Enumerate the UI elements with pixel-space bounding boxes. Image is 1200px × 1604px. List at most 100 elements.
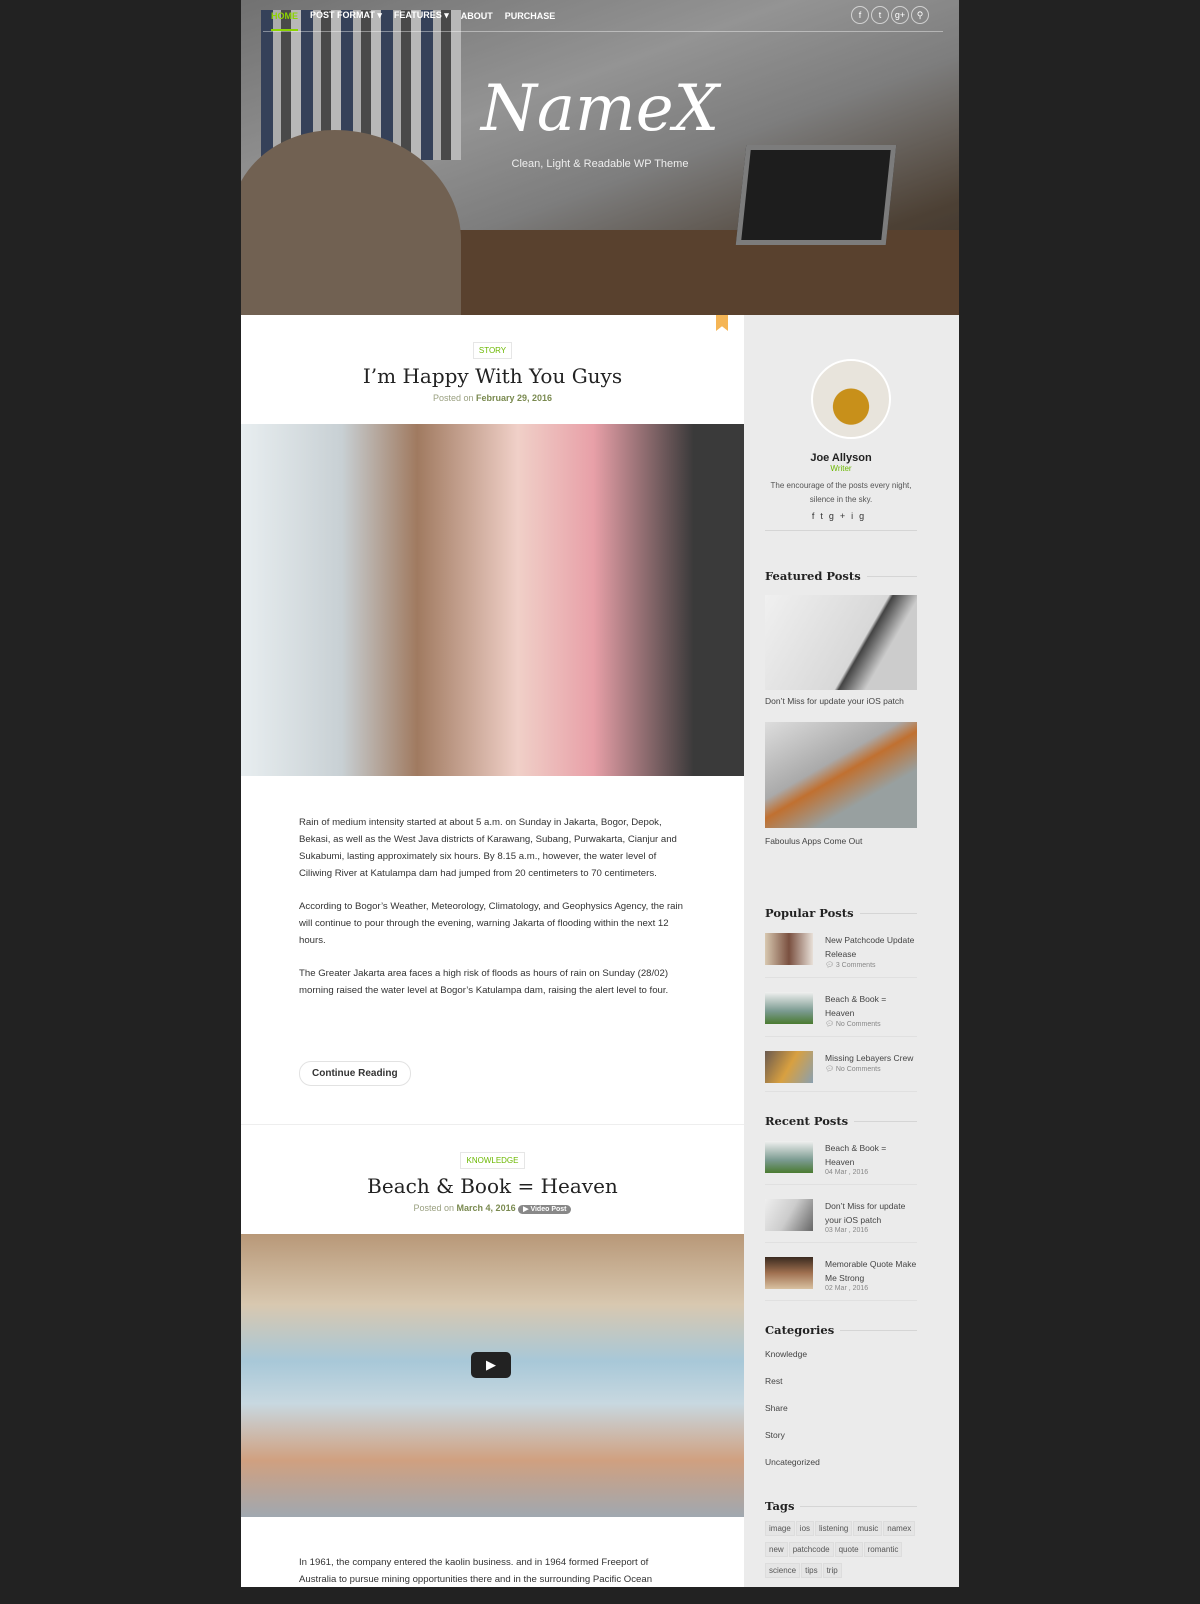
post-thumb <box>765 1257 813 1289</box>
tag[interactable]: music <box>853 1521 883 1536</box>
tag[interactable]: romantic <box>863 1542 903 1557</box>
post-image-couple[interactable] <box>241 424 744 776</box>
widget-title: Recent Posts <box>765 1114 917 1128</box>
post-link[interactable]: Missing Lebayers Crew <box>825 1051 913 1065</box>
post-date[interactable]: February 29, 2016 <box>476 393 552 403</box>
list-item[interactable]: Memorable Quote Make Me Strong 02 Mar , 2… <box>765 1257 917 1301</box>
tag[interactable]: trip <box>822 1563 842 1578</box>
nav-post-format[interactable]: POST FORMAT ▾ <box>310 10 382 21</box>
site-logo[interactable]: NameX <box>241 72 959 146</box>
post-thumb <box>765 1199 813 1231</box>
widget-title: Tags <box>765 1499 917 1513</box>
author-bio: The encourage of the posts every night, … <box>770 481 912 504</box>
comments-count: 💬︎ 3 Comments <box>825 962 876 969</box>
comments-label: 3 Comments <box>835 962 876 969</box>
featured-image[interactable] <box>765 722 917 828</box>
post-link[interactable]: Memorable Quote Make Me Strong <box>825 1257 917 1285</box>
list-item[interactable]: Beach & Book = Heaven 💬︎ No Comments <box>765 992 917 1037</box>
post-thumb <box>765 1141 813 1173</box>
tag[interactable]: tips <box>801 1563 822 1578</box>
play-icon[interactable]: ▶ <box>471 1352 511 1378</box>
posted-on-label: Posted on <box>432 393 474 403</box>
category-badge[interactable]: KNOWLEDGE <box>460 1152 525 1169</box>
post-date: 04 Mar , 2016 <box>825 1169 869 1176</box>
post-title[interactable]: I’m Happy With You Guys <box>241 364 744 388</box>
paragraph: Rain of medium intensity started at abou… <box>299 817 677 879</box>
categories-widget: Categories Knowledge Rest Share Story Un… <box>765 1323 917 1476</box>
author-role: Writer <box>830 464 852 473</box>
continue-reading-button[interactable]: Continue Reading <box>299 1061 411 1086</box>
tag[interactable]: new <box>765 1542 788 1557</box>
tag[interactable]: listening <box>815 1521 853 1536</box>
author-social: ftg+ig <box>765 511 917 521</box>
twitter-icon[interactable]: t <box>871 6 889 24</box>
post-header: STORY I’m Happy With You Guys Posted on … <box>241 342 744 403</box>
comments-label: No Comments <box>835 1021 881 1028</box>
video-post-badge[interactable]: ▶ Video Post <box>518 1205 572 1214</box>
post-meta: Posted on March 4, 2016 ▶ Video Post <box>241 1203 744 1214</box>
featured-title[interactable]: Don’t Miss for update your iOS patch <box>765 694 917 708</box>
post-excerpt: In 1961, the company entered the kaolin … <box>299 1554 684 1604</box>
header-hero: HOME POST FORMAT ▾ FEATURES ▾ ABOUT PURC… <box>241 0 959 315</box>
paragraph: The Greater Jakarta area faces a high ri… <box>299 968 669 996</box>
nav-purchase[interactable]: PURCHASE <box>505 11 556 21</box>
post-title[interactable]: Beach & Book = Heaven <box>241 1174 744 1198</box>
site-tagline: Clean, Light & Readable WP Theme <box>511 158 689 170</box>
comments-count: 💬︎ No Comments <box>825 1021 881 1028</box>
instagram-icon[interactable]: ig <box>851 511 870 521</box>
tag[interactable]: patchcode <box>788 1542 834 1557</box>
list-item[interactable]: Missing Lebayers Crew 💬︎ No Comments <box>765 1051 917 1092</box>
author-widget: Joe Allyson Writer The encourage of the … <box>765 452 917 531</box>
tag[interactable]: science <box>765 1563 801 1578</box>
posted-on-label: Posted on <box>413 1203 455 1213</box>
nav-home[interactable]: HOME <box>271 1 298 31</box>
category-link[interactable]: Share <box>765 1395 917 1422</box>
header-social: f t g+ ⚲ <box>851 6 929 24</box>
nav-label: POST FORMAT <box>310 10 375 20</box>
nav-divider <box>263 31 943 32</box>
post-link[interactable]: New Patchcode Update Release <box>825 933 917 961</box>
featured-image[interactable] <box>765 595 917 690</box>
nav-features[interactable]: FEATURES ▾ <box>394 10 449 21</box>
bookmark-icon <box>716 315 728 331</box>
post-date: 02 Mar , 2016 <box>825 1285 869 1292</box>
featured-title[interactable]: Faboulus Apps Come Out <box>765 834 917 848</box>
sidebar: Joe Allyson Writer The encourage of the … <box>744 315 959 1587</box>
post-divider <box>241 1124 744 1125</box>
widget-title: Featured Posts <box>765 569 917 583</box>
tag[interactable]: ios <box>795 1521 815 1536</box>
post-link[interactable]: Don’t Miss for update your iOS patch <box>825 1199 917 1227</box>
facebook-icon[interactable]: f <box>851 6 869 24</box>
post-link[interactable]: Beach & Book = Heaven <box>825 992 917 1020</box>
category-link[interactable]: Knowledge <box>765 1341 917 1368</box>
twitter-icon[interactable]: t <box>820 511 829 521</box>
post-date[interactable]: March 4, 2016 <box>457 1203 516 1213</box>
tag[interactable]: namex <box>883 1521 916 1536</box>
list-item[interactable]: Beach & Book = Heaven 04 Mar , 2016 <box>765 1141 917 1185</box>
author-avatar <box>811 359 891 439</box>
category-badge[interactable]: STORY <box>472 342 513 359</box>
post-thumb <box>765 992 813 1024</box>
post-image-beach[interactable]: ▶ <box>241 1234 744 1517</box>
category-link[interactable]: Story <box>765 1422 917 1449</box>
google-plus-icon[interactable]: g+ <box>829 511 851 521</box>
list-item[interactable]: New Patchcode Update Release 💬︎ 3 Comment… <box>765 933 917 978</box>
widget-title: Popular Posts <box>765 906 917 920</box>
popular-posts-widget: Popular Posts New Patchcode Update Relea… <box>765 906 917 1106</box>
category-link[interactable]: Rest <box>765 1368 917 1395</box>
caret-down-icon: ▾ <box>377 10 382 20</box>
comments-count: 💬︎ No Comments <box>825 1066 881 1073</box>
nav-about[interactable]: ABOUT <box>461 11 493 21</box>
post-date: 03 Mar , 2016 <box>825 1227 869 1234</box>
post-meta: Posted on February 29, 2016 <box>241 393 744 403</box>
caret-down-icon: ▾ <box>444 10 449 20</box>
tag[interactable]: quote <box>834 1542 863 1557</box>
google-plus-icon[interactable]: g+ <box>891 6 909 24</box>
post-link[interactable]: Beach & Book = Heaven <box>825 1141 917 1169</box>
search-icon[interactable]: ⚲ <box>911 6 929 24</box>
list-item[interactable]: Don’t Miss for update your iOS patch 03 M… <box>765 1199 917 1243</box>
post-header: KNOWLEDGE Beach & Book = Heaven Posted o… <box>241 1152 744 1214</box>
comments-label: No Comments <box>835 1066 881 1073</box>
category-link[interactable]: Uncategorized <box>765 1449 917 1476</box>
tag[interactable]: image <box>765 1521 795 1536</box>
